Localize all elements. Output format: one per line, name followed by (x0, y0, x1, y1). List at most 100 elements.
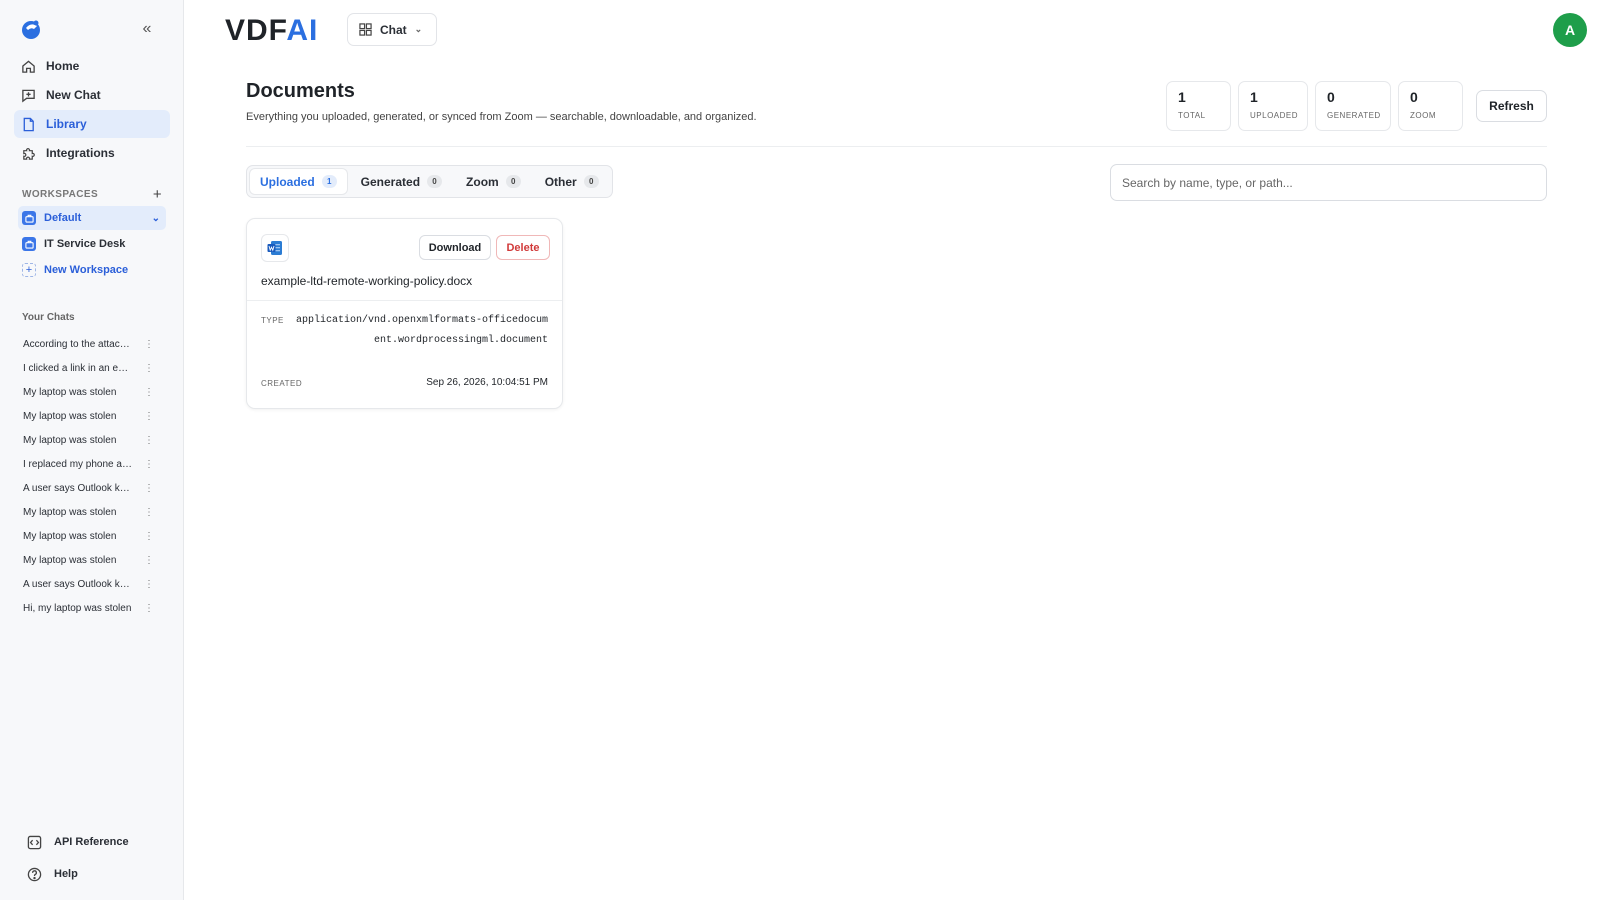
chat-title: My laptop was stolen (23, 410, 117, 422)
puzzle-icon (20, 145, 36, 161)
workspaces-title: WORKSPACES (22, 189, 99, 200)
sidebar-item-label: Home (46, 59, 80, 73)
more-options-icon[interactable]: ⋮ (144, 339, 154, 350)
chat-item[interactable]: I clicked a link in an email ⋮ (18, 356, 154, 380)
tab-label: Other (544, 174, 577, 189)
more-options-icon[interactable]: ⋮ (144, 507, 154, 518)
help-link[interactable]: Help (26, 866, 166, 882)
more-options-icon[interactable]: ⋮ (144, 483, 154, 494)
api-reference-link[interactable]: API Reference (26, 834, 166, 850)
chat-title: My laptop was stolen (23, 506, 117, 518)
page-subtitle: Everything you uploaded, generated, or s… (246, 111, 757, 123)
sidebar-item-library[interactable]: Library (14, 110, 170, 138)
chat-item[interactable]: My laptop was stolen ⋮ (18, 380, 154, 404)
stat-total: 1 TOTAL (1166, 81, 1231, 131)
new-workspace-label: New Workspace (44, 264, 129, 276)
sidebar-item-label: New Chat (46, 88, 101, 102)
tab-count-badge: 0 (427, 175, 443, 188)
chat-item[interactable]: My laptop was stolen ⋮ (18, 500, 154, 524)
collapse-sidebar-icon[interactable]: « (138, 20, 156, 38)
add-workspace-icon[interactable]: + (153, 186, 162, 203)
help-label: Help (54, 868, 78, 880)
briefcase-icon (22, 237, 36, 251)
stat-generated: 0 GENERATED (1315, 81, 1391, 131)
stat-uploaded: 1 UPLOADED (1238, 81, 1308, 131)
chat-item[interactable]: My laptop was stolen ⋮ (18, 404, 154, 428)
chat-title: My laptop was stolen (23, 554, 117, 566)
more-options-icon[interactable]: ⋮ (144, 459, 154, 470)
refresh-button[interactable]: Refresh (1476, 90, 1547, 122)
document-icon (20, 116, 36, 132)
stat-value: 1 (1178, 89, 1186, 105)
tab-uploaded[interactable]: Uploaded 1 (250, 169, 347, 194)
divider (247, 300, 562, 301)
mode-selector[interactable]: Chat ⌄ (347, 13, 437, 46)
more-options-icon[interactable]: ⋮ (144, 555, 154, 566)
divider (246, 146, 1547, 147)
sidebar-item-new-chat[interactable]: New Chat (14, 81, 170, 109)
more-options-icon[interactable]: ⋮ (144, 435, 154, 446)
chevron-down-icon[interactable]: ⌄ (152, 213, 160, 224)
stat-value: 0 (1410, 89, 1418, 105)
app-logo-icon[interactable] (20, 18, 42, 40)
chat-item[interactable]: I replaced my phone and ⋮ (18, 452, 154, 476)
chat-title: I clicked a link in an email (23, 362, 133, 374)
sidebar-nav: Home New Chat Library Integrations (14, 52, 170, 168)
stat-zoom: 0 ZOOM (1398, 81, 1463, 131)
workspace-item-it-service-desk[interactable]: IT Service Desk (18, 232, 166, 256)
chat-item[interactable]: My laptop was stolen ⋮ (18, 428, 154, 452)
more-options-icon[interactable]: ⋮ (144, 387, 154, 398)
tab-zoom[interactable]: Zoom 0 (456, 169, 531, 194)
chats-title: Your Chats (22, 312, 75, 323)
home-icon (20, 58, 36, 74)
created-label: CREATED (261, 379, 303, 388)
document-card: Download Delete example-ltd-remote-worki… (246, 218, 563, 409)
chat-item[interactable]: My laptop was stolen ⋮ (18, 524, 154, 548)
download-button[interactable]: Download (419, 235, 491, 260)
chat-item[interactable]: A user says Outlook keeps ⋮ (18, 572, 154, 596)
sidebar-item-label: Library (46, 117, 87, 131)
more-options-icon[interactable]: ⋮ (144, 531, 154, 542)
stat-label: TOTAL (1178, 111, 1206, 120)
chat-item[interactable]: A user says Outlook keeps ⋮ (18, 476, 154, 500)
workspace-label: Default (44, 212, 82, 224)
api-reference-label: API Reference (54, 836, 129, 848)
workspace-label: IT Service Desk (44, 238, 126, 250)
chat-title: My laptop was stolen (23, 386, 117, 398)
sidebar-item-home[interactable]: Home (14, 52, 170, 80)
new-workspace-button[interactable]: + New Workspace (18, 258, 166, 282)
more-options-icon[interactable]: ⋮ (144, 363, 154, 374)
plus-icon: + (22, 263, 36, 277)
brand-main-text: VDF (225, 14, 287, 47)
mode-label: Chat (380, 22, 407, 37)
avatar[interactable]: A (1553, 13, 1587, 47)
type-label: TYPE (261, 316, 284, 325)
workspace-item-default[interactable]: Default ⌄ (18, 206, 166, 230)
tab-label: Zoom (466, 174, 499, 189)
word-file-icon (261, 234, 289, 262)
tab-generated[interactable]: Generated 0 (351, 169, 452, 194)
chat-item[interactable]: My laptop was stolen ⋮ (18, 548, 154, 572)
chat-title: I replaced my phone and (23, 458, 133, 470)
search-input[interactable] (1110, 164, 1547, 201)
sidebar-item-integrations[interactable]: Integrations (14, 139, 170, 167)
chat-list: According to the attached document ⋮ I cl… (18, 332, 154, 620)
chat-item[interactable]: Hi, my laptop was stolen ⋮ (18, 596, 154, 620)
more-options-icon[interactable]: ⋮ (144, 579, 154, 590)
page-title: Documents (246, 80, 355, 102)
workspaces-header: WORKSPACES + (22, 186, 162, 203)
brand-logo[interactable]: VDFAI (225, 14, 318, 48)
delete-button[interactable]: Delete (496, 235, 550, 260)
grid-icon (359, 23, 372, 36)
more-options-icon[interactable]: ⋮ (144, 603, 154, 614)
chat-title: My laptop was stolen (23, 434, 117, 446)
chat-item[interactable]: According to the attached document ⋮ (18, 332, 154, 356)
document-tabs: Uploaded 1 Generated 0 Zoom 0 Other 0 (246, 165, 613, 198)
more-options-icon[interactable]: ⋮ (144, 411, 154, 422)
stat-label: UPLOADED (1250, 111, 1299, 120)
file-type-value: application/vnd.openxmlformats-officedoc… (295, 315, 548, 346)
sidebar-item-label: Integrations (46, 146, 115, 160)
tab-other[interactable]: Other 0 (535, 169, 609, 194)
created-value: Sep 26, 2026, 10:04:51 PM (426, 377, 548, 388)
tab-count-badge: 0 (505, 175, 521, 188)
